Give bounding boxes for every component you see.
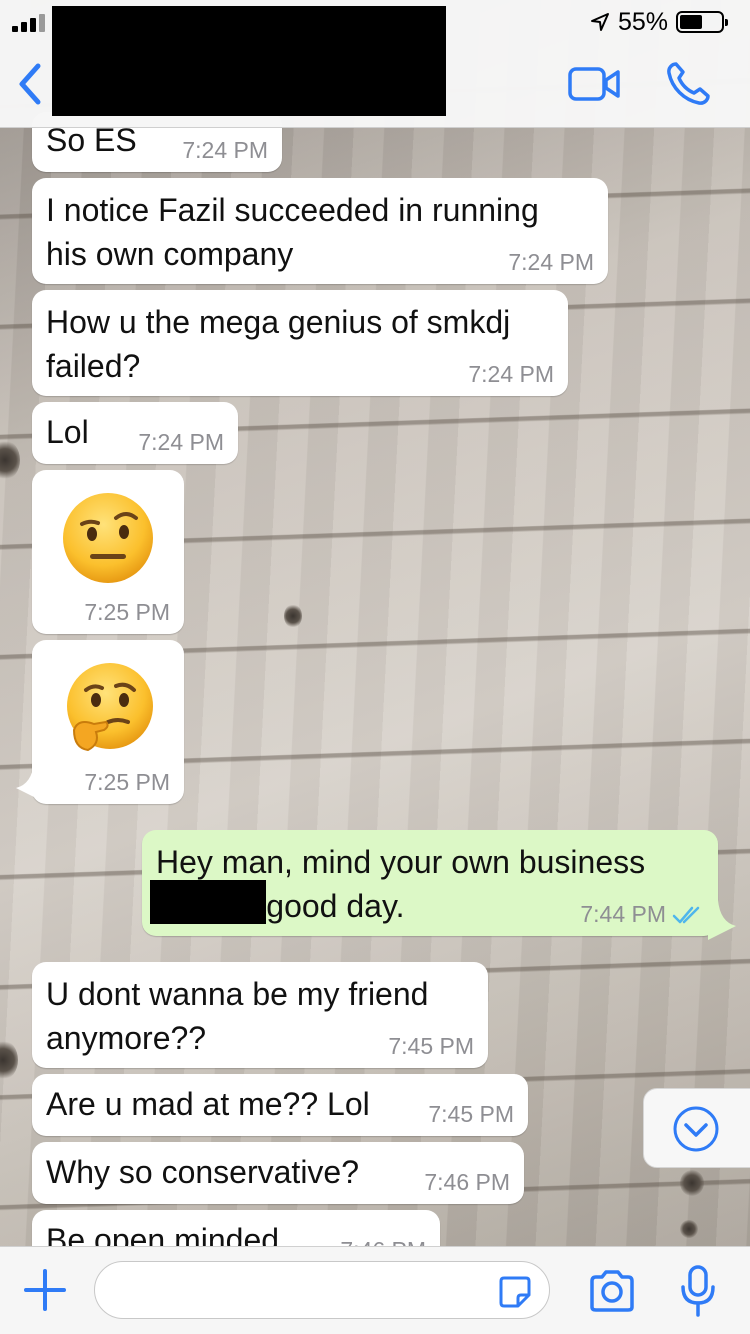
location-arrow-icon: [590, 13, 609, 31]
cellular-signal-icon: [12, 14, 46, 32]
raised-eyebrow-emoji: [63, 493, 153, 583]
message-bubble[interactable]: I notice Fazil succeeded in running his …: [32, 178, 608, 284]
bubble-tail: [708, 900, 736, 940]
bubble-tail: [16, 762, 44, 802]
scroll-to-bottom-button[interactable]: [643, 1088, 750, 1168]
message-text: How u the mega genius of smkdj failed?: [46, 304, 511, 384]
message-composer: [0, 1246, 750, 1334]
plus-icon[interactable]: [22, 1267, 68, 1313]
microphone-icon[interactable]: [680, 1265, 716, 1317]
message-time: 7:24 PM: [508, 249, 594, 275]
phone-call-icon[interactable]: [664, 60, 712, 108]
message-bubble[interactable]: Why so conservative? 7:46 PM: [32, 1142, 524, 1204]
message-text: Lol: [46, 414, 89, 450]
status-right: 55%: [590, 7, 728, 36]
message-input[interactable]: [94, 1261, 550, 1319]
thinking-face-emoji: [67, 663, 153, 752]
message-time: 7:45 PM: [388, 1033, 474, 1059]
message-text: U dont wanna be my friend anymore??: [46, 976, 429, 1056]
battery-percentage: 55%: [617, 7, 668, 36]
camera-icon[interactable]: [588, 1269, 636, 1313]
message-bubble[interactable]: U dont wanna be my friend anymore?? 7:45…: [32, 962, 488, 1068]
message-text: Why so conservative?: [46, 1154, 360, 1190]
emoji-message-bubble[interactable]: 7:25 PM: [32, 640, 184, 804]
sticker-icon[interactable]: [498, 1275, 532, 1309]
read-receipt-icon: [672, 906, 700, 924]
message-time: 7:44 PM: [580, 901, 666, 927]
message-time: 7:46 PM: [424, 1169, 510, 1195]
video-call-icon[interactable]: [568, 66, 620, 102]
battery-icon: [676, 11, 728, 33]
back-chevron-icon[interactable]: [14, 62, 46, 106]
message-bubble[interactable]: How u the mega genius of smkdj failed? 7…: [32, 290, 568, 396]
message-time: 7:45 PM: [428, 1101, 514, 1127]
chevron-down-circle-icon: [673, 1106, 719, 1152]
message-text: Are u mad at me?? Lol: [46, 1086, 370, 1122]
message-time: 7:25 PM: [84, 599, 170, 625]
redacted-contact-name[interactable]: [52, 6, 446, 116]
message-time: 7:24 PM: [182, 137, 268, 163]
message-time: 7:24 PM: [468, 361, 554, 387]
message-bubble[interactable]: Are u mad at me?? Lol 7:45 PM: [32, 1074, 528, 1136]
chat-header: 55%: [0, 0, 750, 128]
redacted-text: [150, 880, 266, 924]
emoji-message-bubble[interactable]: 7:25 PM: [32, 470, 184, 634]
message-text: I notice Fazil succeeded in running his …: [46, 192, 539, 272]
message-bubble[interactable]: Lol 7:24 PM: [32, 402, 238, 464]
message-time: 7:25 PM: [84, 769, 170, 795]
message-time: 7:24 PM: [138, 429, 224, 455]
